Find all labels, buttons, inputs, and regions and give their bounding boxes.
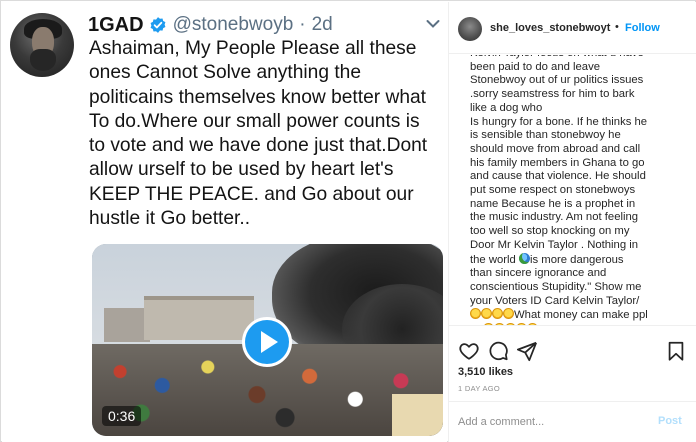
tweet-video: 0:36	[92, 244, 443, 436]
tweet-body: Ashaiman, My People Please all these one…	[89, 38, 428, 230]
comment-bar: Post	[449, 401, 696, 442]
globe-emoji	[518, 252, 530, 264]
post-date: 1 DAY AGO	[458, 384, 501, 393]
post-viewer: 1GAD @stonebwoyb · 2d Ashaiman, My Peopl…	[0, 0, 696, 442]
paper-plane-icon[interactable]	[516, 340, 538, 362]
video-duration: 0:36	[102, 406, 142, 426]
laughing-emoji	[470, 308, 481, 320]
instagram-sidebar: she_loves_stonebwoyt • Follow Kelvin Tay…	[448, 2, 696, 442]
header-dot-separator: •	[615, 21, 619, 33]
chevron-down-icon	[426, 20, 440, 28]
verified-badge-icon	[150, 17, 166, 33]
bookmark-icon[interactable]	[665, 340, 687, 362]
heart-icon[interactable]	[458, 340, 480, 362]
comment-input[interactable]	[458, 414, 638, 430]
post-caption: Kelvin Taylor focus on what u have been …	[470, 55, 688, 325]
tweet-separator: ·	[299, 14, 306, 35]
comment-icon[interactable]	[487, 340, 509, 362]
tweet-screenshot: 1GAD @stonebwoyb · 2d Ashaiman, My Peopl…	[2, 2, 447, 442]
avatar[interactable]	[458, 17, 482, 41]
caption-scroll-area[interactable]: Kelvin Taylor focus on what u have been …	[449, 55, 696, 325]
laughing-emoji	[481, 308, 492, 320]
tweet-display-name: 1GAD	[88, 13, 144, 36]
caption-part-1: Kelvin Taylor focus on what u have been …	[470, 55, 648, 266]
post-author-username[interactable]: she_loves_stonebwoyt	[490, 22, 610, 34]
post-header: she_loves_stonebwoyt • Follow	[449, 2, 696, 54]
follow-button[interactable]: Follow	[625, 22, 660, 34]
tweet-header: 1GAD @stonebwoyb · 2d	[88, 14, 333, 36]
tweet-timestamp: 2d	[311, 14, 333, 35]
tweet-avatar	[10, 13, 74, 77]
laughing-emoji	[492, 308, 503, 320]
play-icon	[242, 317, 292, 367]
likes-count[interactable]: 3,510 likes	[458, 366, 513, 378]
post-comment-button[interactable]: Post	[658, 415, 682, 427]
laughing-emoji	[503, 308, 514, 320]
tweet-handle: @stonebwoyb	[172, 14, 294, 35]
